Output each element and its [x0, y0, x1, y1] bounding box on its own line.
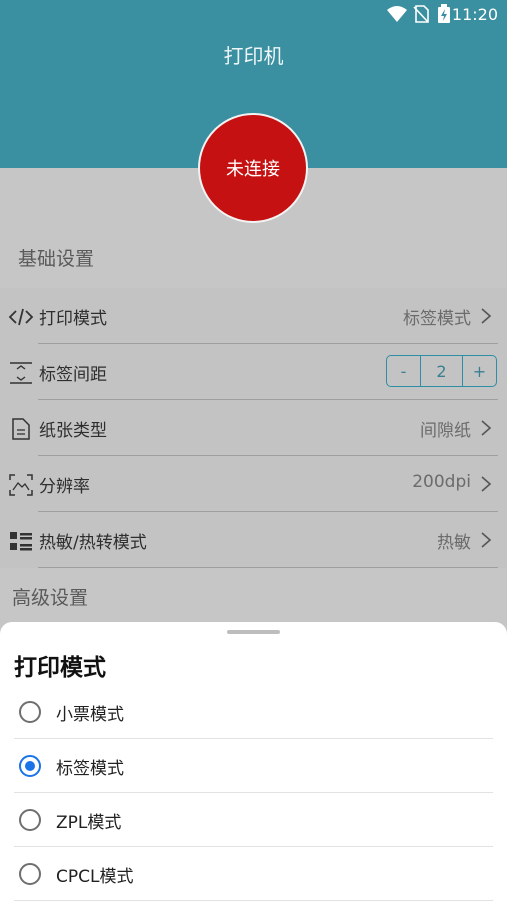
option-label-mode[interactable]: 标签模式 — [0, 739, 507, 793]
connect-status-label: 未连接 — [226, 159, 280, 180]
option-label: ZPL模式 — [56, 813, 122, 833]
row-label: 分辨率 — [39, 477, 90, 497]
row-value: 200dpi — [412, 472, 471, 492]
wifi-icon — [387, 6, 407, 22]
chevron-right-icon — [481, 308, 492, 324]
connect-button[interactable]: 未连接 — [198, 113, 308, 223]
battery-charging-icon — [438, 4, 450, 23]
list-icon — [10, 532, 32, 551]
clock: 11:20 — [451, 5, 498, 24]
option-label: 小票模式 — [56, 705, 124, 725]
sheet-title: 打印模式 — [14, 655, 106, 681]
row-label: 热敏/热转模式 — [39, 533, 147, 553]
option-zpl-mode[interactable]: ZPL模式 — [0, 793, 507, 847]
section-basic-settings: 基础设置 — [18, 248, 95, 270]
row-value: 间隙纸 — [420, 421, 471, 441]
label-spacing-icon — [10, 362, 32, 384]
row-thermal-mode[interactable]: 热敏/热转模式 热敏 — [0, 512, 507, 568]
decrement-button[interactable]: - — [387, 356, 421, 386]
drag-handle[interactable] — [227, 630, 280, 634]
row-value: 标签模式 — [403, 309, 471, 329]
row-paper-type[interactable]: 纸张类型 间隙纸 — [0, 400, 507, 456]
divider — [38, 567, 498, 568]
status-bar: 11:20 — [0, 0, 507, 30]
row-print-mode[interactable]: 打印模式 标签模式 — [0, 288, 507, 344]
row-label: 标签间距 — [39, 365, 107, 385]
section-advanced-settings: 高级设置 — [12, 587, 89, 609]
print-mode-bottom-sheet: 打印模式 小票模式 标签模式 ZPL模式 CPCL模式 — [0, 622, 507, 901]
row-label-spacing: 标签间距 - 2 + — [0, 344, 507, 400]
radio-button[interactable] — [19, 701, 41, 723]
no-sim-icon — [413, 5, 429, 23]
resolution-icon — [9, 474, 33, 496]
increment-button[interactable]: + — [463, 356, 496, 386]
label-spacing-stepper: - 2 + — [386, 355, 497, 387]
radio-button[interactable] — [19, 863, 41, 885]
option-label: CPCL模式 — [56, 867, 134, 887]
row-value: 热敏 — [437, 533, 471, 553]
chevron-right-icon — [481, 420, 492, 436]
option-cpcl-mode[interactable]: CPCL模式 — [0, 847, 507, 901]
radio-button[interactable] — [19, 809, 41, 831]
page-title: 打印机 — [223, 44, 284, 68]
code-icon — [8, 308, 34, 326]
radio-button-selected[interactable] — [19, 755, 41, 777]
chevron-right-icon — [481, 476, 492, 492]
row-label: 纸张类型 — [39, 421, 107, 441]
option-receipt-mode[interactable]: 小票模式 — [0, 685, 507, 739]
row-resolution[interactable]: 分辨率 200dpi — [0, 456, 507, 512]
stepper-value: 2 — [421, 356, 463, 386]
chevron-right-icon — [481, 532, 492, 548]
document-icon — [12, 418, 30, 440]
option-label: 标签模式 — [56, 759, 124, 779]
row-label: 打印模式 — [39, 309, 107, 329]
